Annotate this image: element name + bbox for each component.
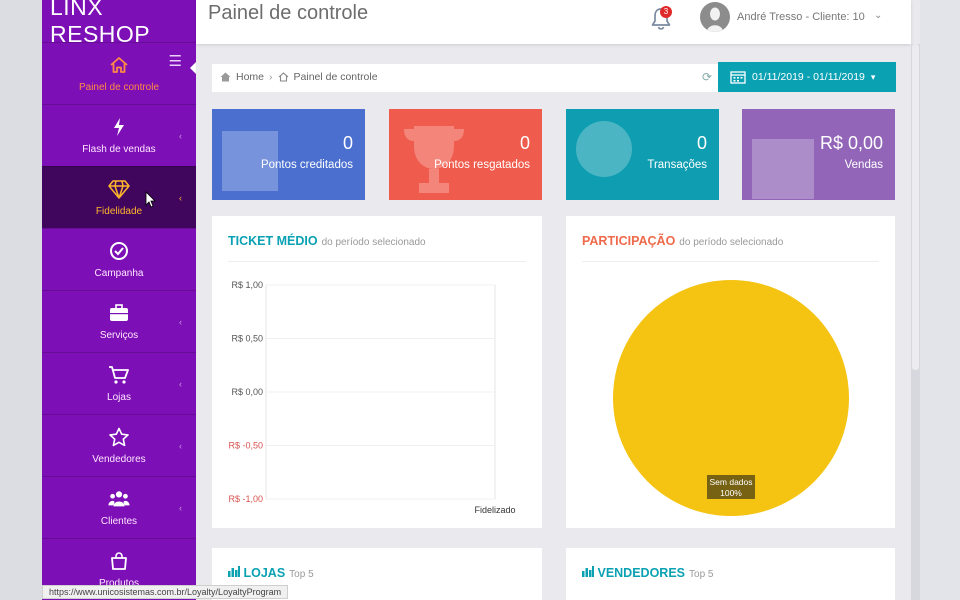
chevron-left-icon: ‹ [179,379,182,389]
stat-card-transacoes[interactable]: 0 Transações [566,109,719,200]
breadcrumb-home-link[interactable]: Home [236,71,264,83]
bar-chart-icon [582,566,594,577]
y-tick-label: R$ -1,00 [228,494,263,504]
home-outline-icon [278,72,288,82]
home-icon [220,72,231,82]
sidebar-item-fidelidade[interactable]: Fidelidade ‹ [42,166,196,228]
sidebar-item-label: Painel de controle [78,82,160,93]
active-page-notch [190,61,196,75]
home-icon [108,54,130,76]
chevron-left-icon: ‹ [179,131,182,141]
participacao-pie-chart: Sem dados100% [613,280,849,516]
stat-card-pontos-creditados[interactable]: 0 Pontos creditados [212,109,365,200]
sidebar-item-servicos[interactable]: Serviços ‹ [42,290,196,352]
chevron-left-icon: ‹ [179,503,182,513]
chevron-down-icon: ▾ [870,71,876,82]
page-scrollbar[interactable] [911,44,920,600]
sidebar-item-lojas[interactable]: Lojas ‹ [42,352,196,414]
notification-badge: 3 [660,6,672,18]
chevron-left-icon: ‹ [179,317,182,327]
stat-value: 0 [519,133,530,153]
vendedores-subtitle: Top 5 [689,569,714,580]
star-icon [108,426,130,448]
y-tick-label: R$ 1,00 [231,280,263,290]
avatar[interactable] [700,2,730,32]
sidebar-item-painel[interactable]: Painel de controle ☰ [42,42,196,104]
stat-label: Pontos resgatados [434,159,530,171]
y-tick-label: R$ -0,50 [228,441,263,451]
panel-title: LOJAS Top 5 [228,566,314,580]
sidebar: LINX RESHOP Painel de controle ☰ Flash d… [42,0,196,600]
bolt-icon [108,116,130,138]
y-tick-label: R$ 0,50 [231,334,263,344]
chevron-left-icon: ‹ [179,193,182,203]
participacao-panel: PARTICIPAÇÃO do período selecionado Sem d… [566,216,895,528]
vendedores-panel: VENDEDORES Top 5 [566,548,895,600]
diamond-icon [108,178,130,200]
sidebar-item-vendedores[interactable]: Vendedores ‹ [42,414,196,476]
sidebar-item-label: Campanha [94,268,144,279]
stat-value: 0 [342,133,353,153]
stat-value: R$ 0,00 [819,133,883,153]
lojas-title: LOJAS [243,566,286,580]
user-menu-label[interactable]: André Tresso - Cliente: 10 [737,11,865,23]
top-header: Painel de controle 3 André Tresso - Clie… [196,0,911,44]
refresh-icon[interactable]: ⟳ [702,70,712,84]
sidebar-item-label: Serviços [99,330,139,341]
sidebar-item-campanha[interactable]: Campanha [42,228,196,290]
chevron-down-icon[interactable]: ⌄ [874,10,882,21]
y-tick-label: R$ 0,00 [231,387,263,397]
left-window-edge [0,0,42,600]
mouse-cursor-icon [145,191,156,208]
sidebar-item-label: Clientes [100,516,138,527]
hamburger-icon[interactable]: ☰ [169,52,182,70]
cart-icon [108,364,130,386]
ticket-medio-panel: TICKET MÉDIO do período selecionado R$ 1,… [212,216,542,528]
lojas-subtitle: Top 5 [289,569,314,580]
stat-value: 0 [696,133,707,153]
ghost-decoration-icon [222,131,278,191]
sidebar-item-flash[interactable]: Flash de vendas ‹ [42,104,196,166]
sidebar-item-clientes[interactable]: Clientes ‹ [42,476,196,538]
vendedores-title: VENDEDORES [597,566,686,580]
chart-ghost-icon [752,139,814,199]
sidebar-item-label: Vendedores [92,454,146,465]
date-range-button[interactable]: 01/11/2019 - 01/11/2019 ▾ [718,62,896,92]
pie-data-label: 100% [720,488,742,498]
browser-status-url: https://www.unicosistemas.com.br/Loyalty… [42,585,289,599]
scrollbar-thumb[interactable] [912,44,919,370]
sidebar-item-label: Lojas [107,392,131,403]
ticket-medio-chart: R$ 1,00 R$ 0,50 R$ 0,00 R$ -0,50 R$ -1,00 Fid… [228,280,515,515]
page-title: Painel de controle [208,2,369,24]
check-circle-icon [108,240,130,262]
stat-card-pontos-resgatados[interactable]: 0 Pontos resgatados [389,109,542,200]
breadcrumb-current: Painel de controle [293,71,378,83]
stat-label: Vendas [844,159,883,171]
chevron-left-icon: ‹ [179,441,182,451]
bar-chart-icon [228,566,240,577]
pie-slice-label: Sem dados [710,477,753,487]
users-icon [108,488,130,510]
breadcrumb-separator: › [269,71,273,83]
calendar-icon [730,71,746,84]
panel-title: VENDEDORES Top 5 [582,566,713,580]
bag-icon [108,550,130,572]
sidebar-item-label: Fidelidade [95,206,143,217]
date-range-value: 01/11/2019 - 01/11/2019 [752,71,865,83]
brand-logo[interactable]: LINX RESHOP [42,0,196,47]
stat-label: Pontos creditados [260,159,353,171]
globe-icon [576,121,632,177]
briefcase-icon [108,302,130,324]
right-window-edge [920,0,960,600]
x-tick-label: Fidelizado [474,505,515,515]
breadcrumb: Home › Painel de controle ⟳ 01/11/2019 -… [212,62,896,92]
stat-card-vendas[interactable]: R$ 0,00 Vendas [742,109,895,200]
stat-label: Transações [647,159,707,171]
sidebar-item-label: Flash de vendas [82,144,156,155]
